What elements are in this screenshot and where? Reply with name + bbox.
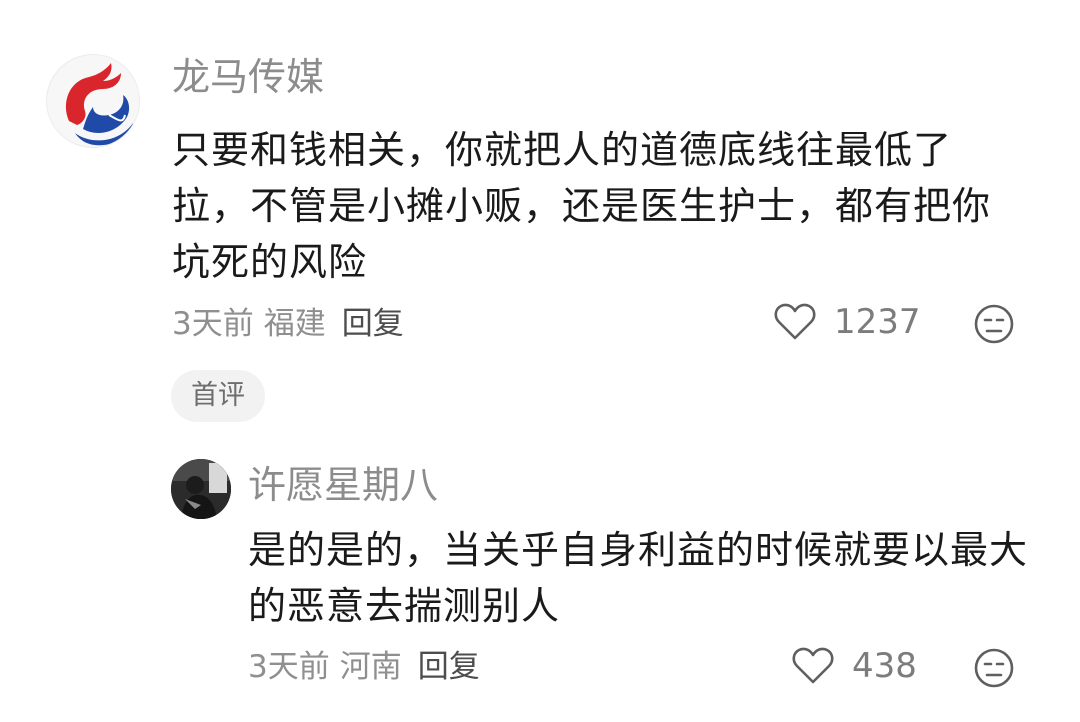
comment-location: 福建 [263, 306, 326, 342]
first-comment-badge: 首评 [171, 370, 265, 422]
heart-icon [774, 303, 816, 340]
user-photo-avatar[interactable] [171, 459, 231, 519]
comment-username[interactable]: 龙马传媒 [172, 54, 324, 100]
reply-location: 河南 [339, 649, 402, 685]
dragon-logo-icon [47, 55, 139, 147]
user-photo-icon [171, 459, 231, 519]
reply-reply-button[interactable]: 回复 [418, 647, 480, 687]
like-button[interactable]: 1237 [774, 302, 921, 342]
comment-meta: 3天前 福建 回复 [172, 304, 404, 344]
comment-time: 3天前 [172, 306, 254, 342]
heart-icon [792, 647, 834, 684]
dislike-face-icon[interactable] [973, 647, 1015, 689]
like-count: 1237 [834, 302, 921, 342]
reply-like-button[interactable]: 438 [792, 646, 917, 686]
reply-username[interactable]: 许愿星期八 [248, 462, 438, 508]
dragon-logo-avatar[interactable] [46, 54, 140, 148]
comment-thread: 龙马传媒 只要和钱相关，你就把人的道德底线往最低了拉，不管是小摊小贩，还是医生护… [0, 0, 1080, 722]
reply-text: 是的是的，当关乎自身利益的时候就要以最大的恶意去揣测别人 [248, 528, 1029, 628]
reply-like-count: 438 [852, 646, 917, 686]
reply-time: 3天前 [248, 649, 330, 685]
reply-meta: 3天前 河南 回复 [248, 647, 480, 687]
dislike-face-icon[interactable] [973, 303, 1015, 345]
reply-button[interactable]: 回复 [342, 304, 404, 344]
comment-text: 只要和钱相关，你就把人的道德底线往最低了拉，不管是小摊小贩，还是医生护士，都有把… [172, 128, 992, 284]
